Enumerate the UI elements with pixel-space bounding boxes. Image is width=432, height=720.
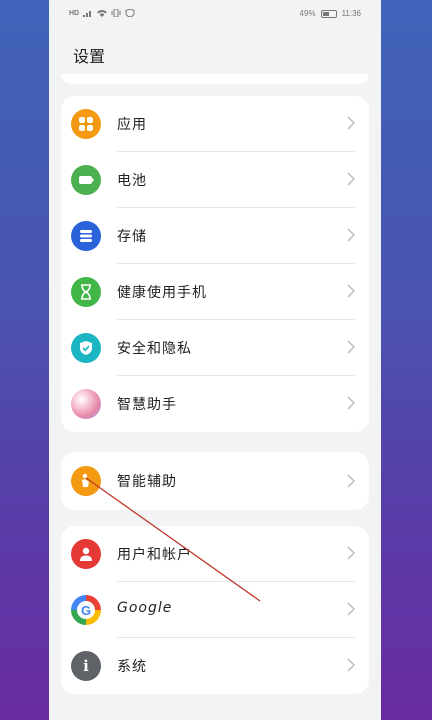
clock: 11:36: [341, 9, 361, 18]
info-icon: i: [71, 651, 101, 681]
settings-item-battery[interactable]: 电池: [61, 152, 369, 208]
battery-percent: 49%: [299, 9, 316, 18]
settings-item-smart-assistant[interactable]: 智慧助手: [61, 376, 369, 432]
settings-item-label: 系统: [117, 659, 147, 675]
hourglass-icon: [71, 277, 101, 307]
status-bar: HD 49% 11:36: [49, 0, 381, 28]
settings-item-label: 健康使用手机: [117, 285, 207, 301]
previous-card-edge: [61, 74, 369, 84]
chevron-right-icon: [347, 602, 355, 616]
wifi-icon: [97, 10, 108, 17]
storage-icon: [71, 221, 101, 251]
shield-icon: [125, 9, 135, 17]
settings-item-digital-wellbeing[interactable]: 健康使用手机: [61, 264, 369, 320]
chevron-right-icon: [347, 474, 355, 488]
chevron-right-icon: [347, 658, 355, 672]
settings-item-apps[interactable]: 应用: [61, 96, 369, 152]
settings-item-label: 存储: [117, 229, 147, 245]
phone-screen: HD 49% 11:36 设置 应用 电池 存储 健康使用手机 安全和隐私 智慧…: [49, 0, 381, 720]
shield-check-icon: [71, 333, 101, 363]
battery-icon: [71, 165, 101, 195]
google-icon: G: [71, 595, 101, 625]
vibrate-icon: [111, 9, 121, 17]
page-title: 设置: [73, 47, 106, 66]
signal-icon: [83, 11, 92, 17]
chevron-right-icon: [347, 284, 355, 298]
chevron-right-icon: [347, 228, 355, 242]
hd-icon: HD: [69, 9, 80, 17]
settings-item-label: 智能辅助: [117, 474, 177, 490]
chevron-right-icon: [347, 396, 355, 410]
settings-item-system[interactable]: i 系统: [61, 638, 369, 694]
chevron-right-icon: [347, 340, 355, 354]
settings-item-label: 智慧助手: [117, 397, 177, 413]
chevron-right-icon: [347, 116, 355, 130]
settings-item-accessibility[interactable]: 智能辅助: [61, 452, 369, 510]
settings-item-label: 安全和隐私: [117, 341, 192, 357]
battery-status-icon: [320, 9, 337, 18]
chevron-right-icon: [347, 172, 355, 186]
settings-group-2: 智能辅助: [61, 452, 369, 510]
status-left: HD: [69, 9, 135, 17]
settings-item-users-accounts[interactable]: 用户和帐户: [61, 526, 369, 582]
settings-group-1: 应用 电池 存储 健康使用手机 安全和隐私 智慧助手: [61, 96, 369, 432]
settings-item-security-privacy[interactable]: 安全和隐私: [61, 320, 369, 376]
hand-icon: [71, 466, 101, 496]
settings-item-label: 用户和帐户: [117, 547, 192, 563]
apps-grid-icon: [71, 109, 101, 139]
settings-item-storage[interactable]: 存储: [61, 208, 369, 264]
status-right: 49% 11:36: [300, 9, 361, 18]
user-icon: [71, 539, 101, 569]
settings-item-google[interactable]: G Google: [61, 582, 369, 638]
smart-assistant-icon: [71, 389, 101, 419]
settings-item-label: Google: [117, 600, 173, 616]
chevron-right-icon: [347, 546, 355, 560]
settings-item-label: 电池: [117, 173, 147, 189]
settings-item-label: 应用: [117, 117, 147, 133]
settings-group-3: 用户和帐户 G Google i 系统: [61, 526, 369, 694]
